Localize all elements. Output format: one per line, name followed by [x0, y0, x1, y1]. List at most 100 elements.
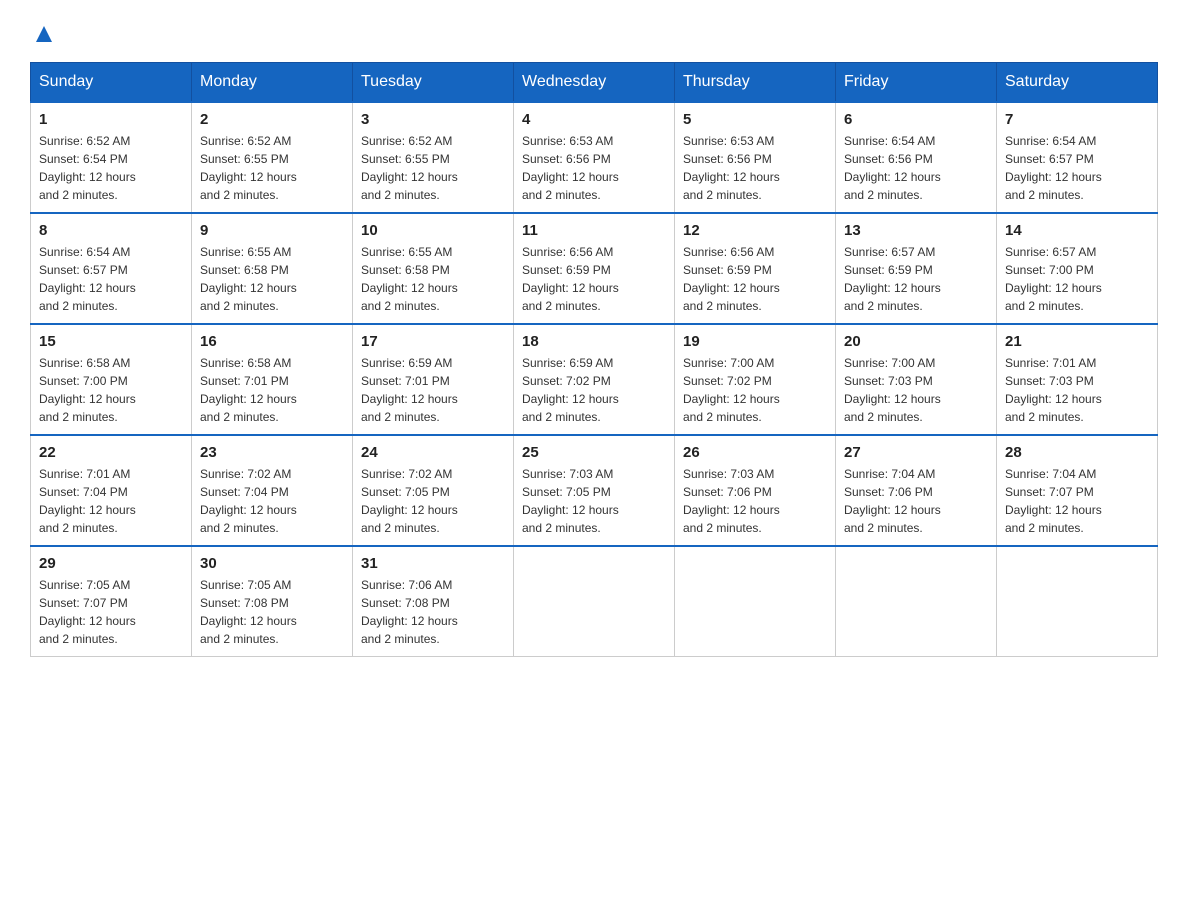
- day-number: 20: [844, 333, 988, 350]
- day-info: Sunrise: 6:52 AM Sunset: 6:54 PM Dayligh…: [39, 132, 183, 204]
- calendar-cell: 15 Sunrise: 6:58 AM Sunset: 7:00 PM Dayl…: [31, 324, 192, 435]
- logo-triangle-icon: [32, 22, 56, 46]
- day-number: 19: [683, 333, 827, 350]
- calendar-cell: 31 Sunrise: 7:06 AM Sunset: 7:08 PM Dayl…: [353, 546, 514, 657]
- day-number: 25: [522, 444, 666, 461]
- day-number: 9: [200, 222, 344, 239]
- day-number: 2: [200, 111, 344, 128]
- calendar-cell: 10 Sunrise: 6:55 AM Sunset: 6:58 PM Dayl…: [353, 213, 514, 324]
- week-row-4: 22 Sunrise: 7:01 AM Sunset: 7:04 PM Dayl…: [31, 435, 1158, 546]
- day-number: 12: [683, 222, 827, 239]
- day-info: Sunrise: 6:57 AM Sunset: 6:59 PM Dayligh…: [844, 243, 988, 315]
- calendar-cell: 29 Sunrise: 7:05 AM Sunset: 7:07 PM Dayl…: [31, 546, 192, 657]
- day-info: Sunrise: 7:04 AM Sunset: 7:06 PM Dayligh…: [844, 465, 988, 537]
- calendar-cell: 11 Sunrise: 6:56 AM Sunset: 6:59 PM Dayl…: [514, 213, 675, 324]
- day-number: 18: [522, 333, 666, 350]
- day-number: 5: [683, 111, 827, 128]
- week-row-3: 15 Sunrise: 6:58 AM Sunset: 7:00 PM Dayl…: [31, 324, 1158, 435]
- day-number: 15: [39, 333, 183, 350]
- day-info: Sunrise: 7:02 AM Sunset: 7:05 PM Dayligh…: [361, 465, 505, 537]
- day-number: 21: [1005, 333, 1149, 350]
- day-number: 10: [361, 222, 505, 239]
- day-info: Sunrise: 7:05 AM Sunset: 7:07 PM Dayligh…: [39, 576, 183, 648]
- column-header-sunday: Sunday: [31, 63, 192, 103]
- day-number: 8: [39, 222, 183, 239]
- day-info: Sunrise: 6:54 AM Sunset: 6:57 PM Dayligh…: [39, 243, 183, 315]
- calendar-cell: 4 Sunrise: 6:53 AM Sunset: 6:56 PM Dayli…: [514, 102, 675, 213]
- column-header-wednesday: Wednesday: [514, 63, 675, 103]
- day-info: Sunrise: 6:53 AM Sunset: 6:56 PM Dayligh…: [683, 132, 827, 204]
- calendar-cell: 18 Sunrise: 6:59 AM Sunset: 7:02 PM Dayl…: [514, 324, 675, 435]
- calendar-cell: 23 Sunrise: 7:02 AM Sunset: 7:04 PM Dayl…: [192, 435, 353, 546]
- calendar-cell: 8 Sunrise: 6:54 AM Sunset: 6:57 PM Dayli…: [31, 213, 192, 324]
- day-info: Sunrise: 6:59 AM Sunset: 7:02 PM Dayligh…: [522, 354, 666, 426]
- day-info: Sunrise: 6:54 AM Sunset: 6:57 PM Dayligh…: [1005, 132, 1149, 204]
- calendar-cell: 3 Sunrise: 6:52 AM Sunset: 6:55 PM Dayli…: [353, 102, 514, 213]
- header-row: SundayMondayTuesdayWednesdayThursdayFrid…: [31, 63, 1158, 103]
- day-info: Sunrise: 7:05 AM Sunset: 7:08 PM Dayligh…: [200, 576, 344, 648]
- calendar-cell: 20 Sunrise: 7:00 AM Sunset: 7:03 PM Dayl…: [836, 324, 997, 435]
- day-number: 7: [1005, 111, 1149, 128]
- day-number: 27: [844, 444, 988, 461]
- day-info: Sunrise: 6:53 AM Sunset: 6:56 PM Dayligh…: [522, 132, 666, 204]
- calendar-cell: [514, 546, 675, 657]
- day-number: 13: [844, 222, 988, 239]
- day-number: 24: [361, 444, 505, 461]
- day-number: 6: [844, 111, 988, 128]
- calendar-cell: 28 Sunrise: 7:04 AM Sunset: 7:07 PM Dayl…: [997, 435, 1158, 546]
- calendar-cell: 27 Sunrise: 7:04 AM Sunset: 7:06 PM Dayl…: [836, 435, 997, 546]
- day-info: Sunrise: 6:52 AM Sunset: 6:55 PM Dayligh…: [200, 132, 344, 204]
- calendar-cell: 25 Sunrise: 7:03 AM Sunset: 7:05 PM Dayl…: [514, 435, 675, 546]
- calendar-cell: 30 Sunrise: 7:05 AM Sunset: 7:08 PM Dayl…: [192, 546, 353, 657]
- column-header-tuesday: Tuesday: [353, 63, 514, 103]
- calendar-cell: 12 Sunrise: 6:56 AM Sunset: 6:59 PM Dayl…: [675, 213, 836, 324]
- day-info: Sunrise: 7:03 AM Sunset: 7:05 PM Dayligh…: [522, 465, 666, 537]
- logo: [30, 20, 56, 42]
- day-number: 17: [361, 333, 505, 350]
- day-info: Sunrise: 6:55 AM Sunset: 6:58 PM Dayligh…: [200, 243, 344, 315]
- calendar-cell: 9 Sunrise: 6:55 AM Sunset: 6:58 PM Dayli…: [192, 213, 353, 324]
- week-row-5: 29 Sunrise: 7:05 AM Sunset: 7:07 PM Dayl…: [31, 546, 1158, 657]
- calendar-cell: 6 Sunrise: 6:54 AM Sunset: 6:56 PM Dayli…: [836, 102, 997, 213]
- calendar-cell: 16 Sunrise: 6:58 AM Sunset: 7:01 PM Dayl…: [192, 324, 353, 435]
- day-info: Sunrise: 6:55 AM Sunset: 6:58 PM Dayligh…: [361, 243, 505, 315]
- calendar-cell: 13 Sunrise: 6:57 AM Sunset: 6:59 PM Dayl…: [836, 213, 997, 324]
- calendar-cell: 17 Sunrise: 6:59 AM Sunset: 7:01 PM Dayl…: [353, 324, 514, 435]
- day-number: 29: [39, 555, 183, 572]
- day-number: 31: [361, 555, 505, 572]
- day-info: Sunrise: 6:59 AM Sunset: 7:01 PM Dayligh…: [361, 354, 505, 426]
- column-header-monday: Monday: [192, 63, 353, 103]
- day-number: 26: [683, 444, 827, 461]
- calendar-cell: 5 Sunrise: 6:53 AM Sunset: 6:56 PM Dayli…: [675, 102, 836, 213]
- day-info: Sunrise: 6:58 AM Sunset: 7:00 PM Dayligh…: [39, 354, 183, 426]
- calendar-cell: 19 Sunrise: 7:00 AM Sunset: 7:02 PM Dayl…: [675, 324, 836, 435]
- calendar-cell: 14 Sunrise: 6:57 AM Sunset: 7:00 PM Dayl…: [997, 213, 1158, 324]
- calendar-cell: [836, 546, 997, 657]
- column-header-saturday: Saturday: [997, 63, 1158, 103]
- week-row-2: 8 Sunrise: 6:54 AM Sunset: 6:57 PM Dayli…: [31, 213, 1158, 324]
- day-info: Sunrise: 7:06 AM Sunset: 7:08 PM Dayligh…: [361, 576, 505, 648]
- day-info: Sunrise: 7:04 AM Sunset: 7:07 PM Dayligh…: [1005, 465, 1149, 537]
- day-info: Sunrise: 6:57 AM Sunset: 7:00 PM Dayligh…: [1005, 243, 1149, 315]
- calendar-cell: 24 Sunrise: 7:02 AM Sunset: 7:05 PM Dayl…: [353, 435, 514, 546]
- day-info: Sunrise: 7:01 AM Sunset: 7:03 PM Dayligh…: [1005, 354, 1149, 426]
- calendar-cell: [675, 546, 836, 657]
- column-header-thursday: Thursday: [675, 63, 836, 103]
- day-info: Sunrise: 6:56 AM Sunset: 6:59 PM Dayligh…: [683, 243, 827, 315]
- page-header: [30, 20, 1158, 42]
- day-number: 30: [200, 555, 344, 572]
- day-number: 14: [1005, 222, 1149, 239]
- column-header-friday: Friday: [836, 63, 997, 103]
- calendar-cell: 7 Sunrise: 6:54 AM Sunset: 6:57 PM Dayli…: [997, 102, 1158, 213]
- day-number: 3: [361, 111, 505, 128]
- calendar-cell: 2 Sunrise: 6:52 AM Sunset: 6:55 PM Dayli…: [192, 102, 353, 213]
- calendar-cell: 26 Sunrise: 7:03 AM Sunset: 7:06 PM Dayl…: [675, 435, 836, 546]
- day-info: Sunrise: 7:00 AM Sunset: 7:02 PM Dayligh…: [683, 354, 827, 426]
- day-number: 11: [522, 222, 666, 239]
- day-number: 28: [1005, 444, 1149, 461]
- day-number: 23: [200, 444, 344, 461]
- day-number: 22: [39, 444, 183, 461]
- calendar-table: SundayMondayTuesdayWednesdayThursdayFrid…: [30, 62, 1158, 657]
- day-info: Sunrise: 7:03 AM Sunset: 7:06 PM Dayligh…: [683, 465, 827, 537]
- day-info: Sunrise: 7:01 AM Sunset: 7:04 PM Dayligh…: [39, 465, 183, 537]
